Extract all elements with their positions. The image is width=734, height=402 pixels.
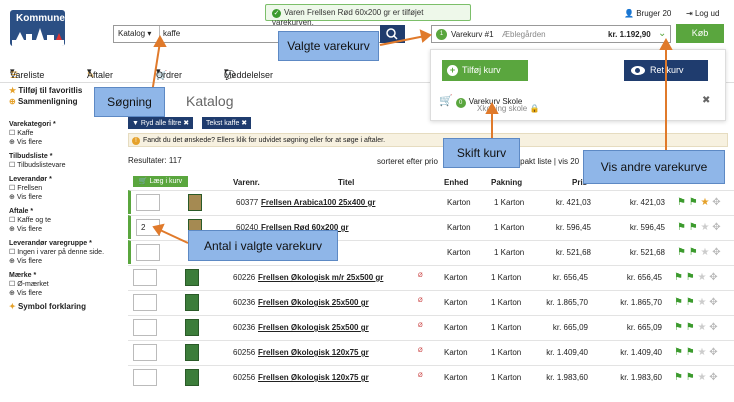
callout-switch: Skift kurv xyxy=(443,138,520,168)
arrowhead-search xyxy=(153,34,167,47)
arrow-basket xyxy=(379,35,426,46)
callout-others: Vis andre varekurve xyxy=(583,150,725,184)
arrowhead-basket xyxy=(419,29,432,43)
callout-qty: Antal i valgte varekurv xyxy=(188,230,338,261)
arrow-search xyxy=(151,41,161,94)
arrowhead-others xyxy=(659,37,673,50)
callout-search: Søgning xyxy=(94,87,165,117)
callout-basket: Valgte varekurv xyxy=(278,31,379,61)
arrowhead-qty xyxy=(152,223,165,237)
arrow-qty xyxy=(159,229,189,244)
arrowhead-switch xyxy=(485,101,499,114)
